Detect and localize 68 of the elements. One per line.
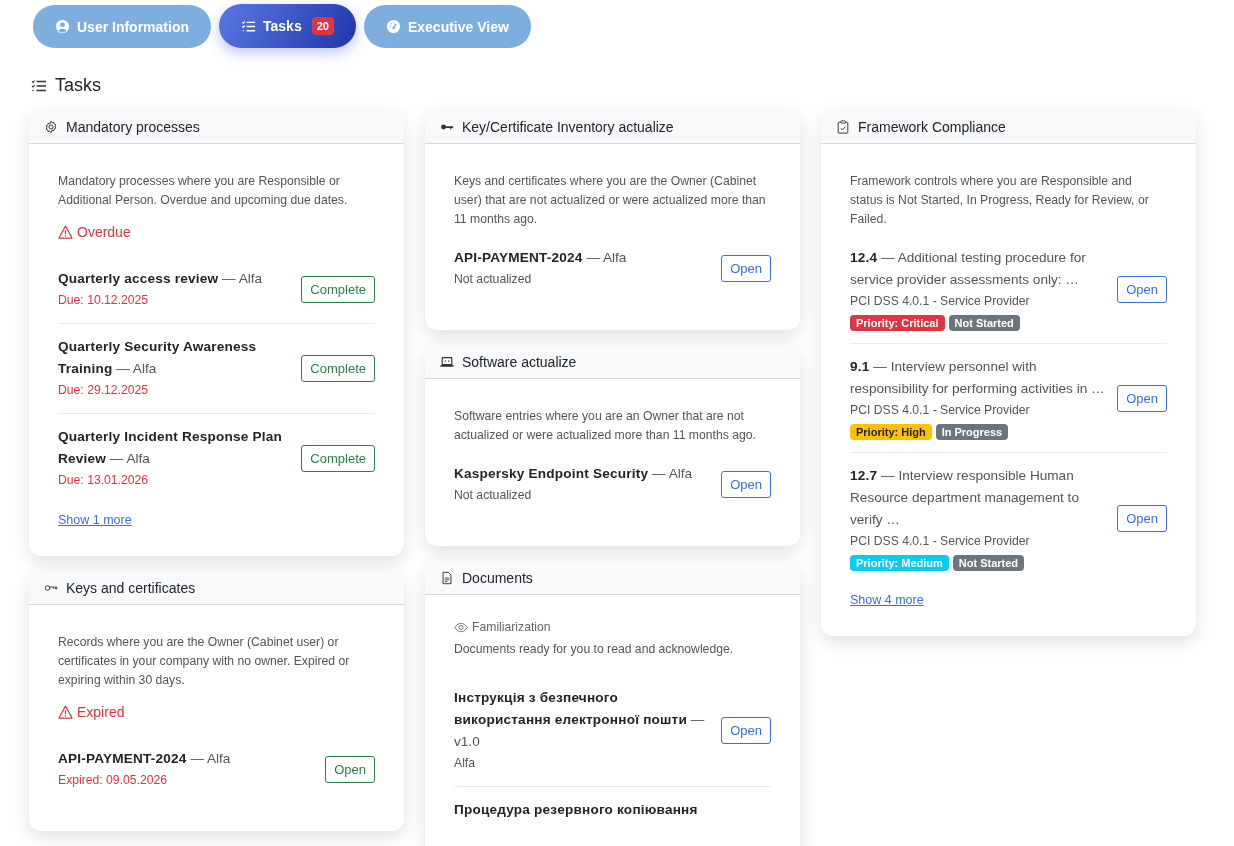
document-icon bbox=[440, 570, 454, 585]
item-subtitle: Not actualized bbox=[454, 271, 533, 288]
item-title: API-PAYMENT-2024 — Alfa bbox=[454, 249, 628, 267]
item-title: 12.4 — Additional testing procedure for service provider assessments only: … bbox=[850, 249, 1087, 289]
open-button[interactable]: Open bbox=[1117, 275, 1167, 303]
open-button[interactable]: Open bbox=[721, 717, 771, 744]
item-subtitle: PCI DSS 4.0.1 - Service Provider bbox=[850, 293, 1031, 310]
card-description: Documents ready for you to read and acknowledge. bbox=[454, 641, 735, 658]
complete-button[interactable]: Complete bbox=[301, 276, 375, 303]
alert-label: Expired bbox=[77, 704, 125, 720]
due-date: Due: 29.12.2025 bbox=[58, 382, 150, 399]
list-icon bbox=[241, 18, 256, 34]
item-subtitle: Alfa bbox=[454, 755, 476, 772]
card-title: Framework Compliance bbox=[858, 118, 1006, 135]
complete-button[interactable]: Complete bbox=[301, 355, 375, 382]
status-badge: Priority: Medium bbox=[850, 555, 949, 571]
card-title: Mandatory processes bbox=[66, 118, 200, 135]
item-title: Інструкція з безпечного використання електронної пошти — v1.0 bbox=[454, 689, 706, 751]
complete-button[interactable]: Open bbox=[325, 756, 375, 783]
item-title: Quarterly access review — Alfa bbox=[58, 270, 264, 288]
item-title: 12.7 — Interview responsible Human Resource department management to verify … bbox=[850, 467, 1080, 529]
open-button[interactable]: Open bbox=[1117, 384, 1167, 412]
item-title: Quarterly Security Awareness Training — Alfa bbox=[58, 338, 258, 378]
card-description: Framework controls where you are Responsible and status is Not Started, In Progress, Ready for Review, or Failed. bbox=[850, 173, 1150, 228]
card-description: Software entries where you are an Owner that are not actualized or were actualized more than 11 months ago. bbox=[454, 408, 757, 444]
card-description: Records where you are the Owner (Cabinet user) or certificates in your company with no owner. Expired or expiring within 30 days. bbox=[58, 634, 351, 689]
show-more-link[interactable]: Show 4 more bbox=[850, 593, 924, 607]
item-title: Kaspersky Endpoint Security — Alfa bbox=[454, 465, 694, 483]
laptop-icon bbox=[440, 354, 454, 369]
eye-icon bbox=[454, 621, 468, 633]
list-icon bbox=[31, 77, 47, 94]
open-button[interactable]: Open bbox=[721, 471, 771, 498]
status-badge: In Progress bbox=[935, 424, 1009, 440]
card-title: Documents bbox=[462, 569, 533, 586]
item-subtitle: PCI DSS 4.0.1 - Service Provider bbox=[850, 402, 1031, 419]
card-title: Key/Certificate Inventory actualize bbox=[462, 118, 674, 135]
item-subtitle: PCI DSS 4.0.1 - Service Provider bbox=[850, 533, 1031, 550]
item-subtitle: Not actualized bbox=[454, 487, 533, 504]
clipboard-icon bbox=[836, 119, 850, 134]
complete-button[interactable]: Complete bbox=[301, 445, 375, 472]
page-heading: Tasks bbox=[55, 75, 101, 96]
item-title: API-PAYMENT-2024 — Alfa bbox=[58, 750, 232, 768]
gauge-icon bbox=[385, 19, 401, 34]
card-title: Software actualize bbox=[462, 353, 577, 370]
due-date: Due: 13.01.2026 bbox=[58, 472, 150, 489]
open-button[interactable]: Open bbox=[721, 255, 771, 282]
card-title: Keys and certificates bbox=[66, 579, 196, 596]
item-title: Quarterly Incident Response Plan Review — Alfa bbox=[58, 428, 283, 468]
warning-icon bbox=[58, 225, 73, 239]
card-description: Keys and certificates where you are the Owner (Cabinet user) that are not actualized or were actualized more than 11 months ago. bbox=[454, 173, 767, 228]
open-button[interactable]: Open bbox=[1117, 504, 1167, 532]
status-badge: Not Started bbox=[952, 555, 1025, 571]
count-badge: 20 bbox=[311, 17, 334, 35]
warning-icon bbox=[58, 705, 73, 719]
status-badge: Not Started bbox=[948, 315, 1020, 331]
alert-label: Overdue bbox=[77, 224, 131, 240]
status-badge: Priority: Critical bbox=[850, 315, 945, 331]
due-date: Expired: 09.05.2026 bbox=[58, 772, 169, 789]
show-more-link[interactable]: Show 1 more bbox=[58, 513, 132, 527]
due-date: Due: 10.12.2025 bbox=[58, 292, 150, 309]
tab[interactable]: Tasks 20 bbox=[219, 4, 356, 48]
card-description: Mandatory processes where you are Responsible or Additional Person. Overdue and upcoming due dates. bbox=[58, 173, 349, 209]
section-label: Familiarization bbox=[472, 620, 551, 634]
status-badge: Priority: High bbox=[850, 424, 932, 440]
item-title: 9.1 — Interview personnel with responsibility for performing activities in … bbox=[850, 358, 1106, 398]
gear-icon bbox=[44, 119, 58, 134]
user-icon bbox=[55, 19, 70, 34]
item-title: Процедура резервного копіювання bbox=[454, 801, 699, 819]
